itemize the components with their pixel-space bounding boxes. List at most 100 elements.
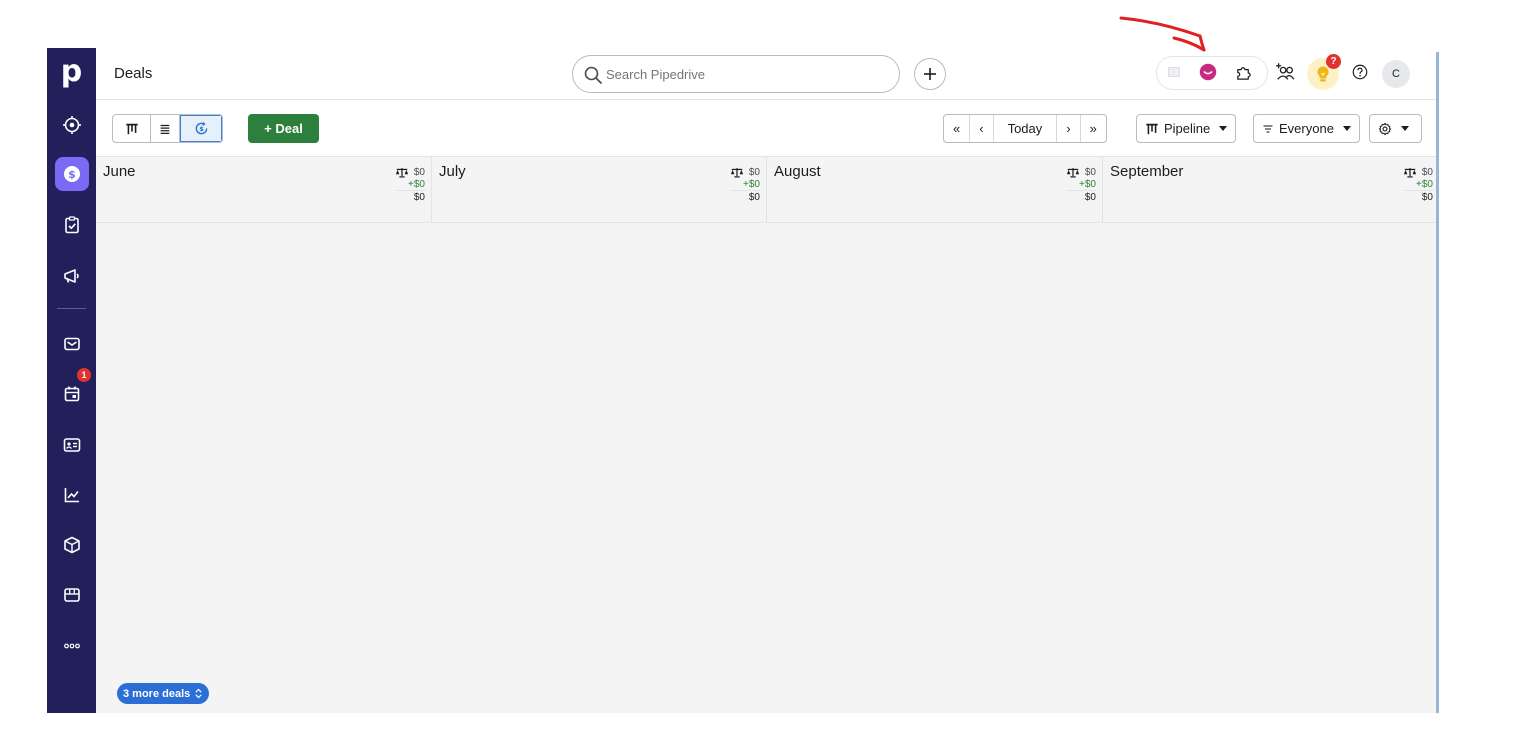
pipeline-select[interactable]: Pipeline (1136, 114, 1237, 143)
box-icon (63, 536, 80, 554)
column-title: September (1110, 163, 1184, 180)
settings-dropdown[interactable] (1369, 114, 1422, 143)
window-edge (1436, 52, 1439, 713)
last-period-button[interactable]: » (1081, 115, 1106, 142)
pipeline-view-button[interactable] (113, 115, 151, 142)
chevron-down-icon (1401, 126, 1409, 131)
store-icon (63, 588, 80, 602)
column-title: June (103, 163, 136, 180)
expand-icon (195, 688, 202, 699)
month-column-july: July $0 +$0 $0 (432, 157, 766, 223)
clipboard-check-icon (64, 216, 79, 234)
sidebar-item-marketplace[interactable] (47, 575, 96, 615)
sidebar-item-insights[interactable] (47, 475, 96, 515)
calendar-icon (64, 386, 79, 402)
search-input[interactable] (606, 64, 886, 84)
sidebar-item-products[interactable] (47, 525, 96, 565)
quick-add-button[interactable] (914, 58, 946, 90)
scale-icon (1403, 167, 1416, 177)
owner-filter-label: Everyone (1279, 121, 1334, 136)
next-period-button[interactable]: › (1057, 115, 1081, 142)
pipeline-select-label: Pipeline (1164, 121, 1211, 136)
sidebar-item-leads[interactable] (47, 105, 96, 145)
pipedrive-logo[interactable]: p (47, 54, 96, 94)
column-summary: $0 +$0 $0 (394, 165, 425, 204)
filter-icon (1263, 124, 1273, 133)
chat-bubble-icon (1199, 63, 1217, 81)
search-box[interactable] (572, 55, 900, 93)
forecast-view-icon: $ (195, 122, 207, 135)
more-icon (63, 643, 80, 649)
sidebar-item-campaigns[interactable] (47, 256, 96, 296)
svg-text:$: $ (68, 168, 76, 181)
total-value: $0 (1421, 192, 1433, 203)
sidebar-divider (57, 308, 86, 309)
invite-users-button[interactable] (1273, 60, 1297, 84)
user-avatar[interactable]: C (1382, 60, 1410, 88)
deals-toolbar: $ + Deal « ‹ Today › » Pipeline Everyone (96, 100, 1439, 157)
column-title: July (439, 163, 466, 180)
list-view-icon (160, 124, 170, 134)
scale-icon (395, 167, 408, 177)
column-summary: $0 +$0 $0 (1065, 165, 1096, 204)
add-deal-button[interactable]: + Deal (248, 114, 319, 143)
owner-filter-select[interactable]: Everyone (1253, 114, 1360, 143)
app-window: p $ 1 Deals Search Pipedrive ? C $ + Dea… (47, 48, 1439, 713)
contact-card-icon (63, 438, 80, 452)
chart-line-icon (64, 488, 79, 503)
previous-period-button[interactable]: ‹ (970, 115, 994, 142)
scale-icon (1066, 167, 1079, 177)
more-deals-button[interactable]: 3 more deals (117, 683, 210, 704)
pipeline-icon (1146, 123, 1158, 134)
sidebar-item-more[interactable] (47, 626, 96, 666)
chevron-down-icon (1342, 126, 1351, 131)
window-icon (1168, 66, 1180, 78)
target-icon (62, 116, 81, 134)
more-deals-label: 3 more deals (123, 687, 191, 700)
month-column-september: September $0 +$0 $0 (1103, 157, 1439, 223)
help-button[interactable] (1348, 60, 1372, 84)
added-value: +$0 (1065, 179, 1096, 191)
column-summary: $0 +$0 $0 (729, 165, 760, 204)
forecast-board: June $0 +$0 $0 July $0 +$0 $0 August $0 … (96, 157, 1439, 713)
integrations-button[interactable] (1231, 60, 1255, 84)
plus-icon (924, 68, 936, 80)
megaphone-icon (63, 269, 79, 283)
weighted-value: $0 (413, 166, 425, 178)
added-value: +$0 (1402, 179, 1433, 191)
month-column-august: August $0 +$0 $0 (767, 157, 1102, 223)
annotation-arrow (1119, 16, 1206, 52)
dollar-icon: $ (63, 166, 80, 182)
chevron-down-icon (1219, 126, 1228, 131)
first-period-button[interactable]: « (944, 115, 971, 142)
puzzle-icon (1236, 66, 1251, 80)
ai-assistant-button[interactable] (1196, 60, 1220, 84)
gear-icon (1378, 122, 1392, 135)
today-button[interactable]: Today (994, 115, 1058, 142)
search-icon (584, 66, 602, 84)
mail-icon (63, 337, 80, 351)
svg-text:$: $ (199, 125, 204, 133)
add-users-icon (1276, 63, 1295, 80)
sidebar: p $ 1 (47, 48, 96, 713)
weighted-value: $0 (1421, 166, 1433, 178)
sidebar-item-activities[interactable] (47, 205, 96, 245)
pipeline-view-icon (125, 123, 138, 134)
total-value: $0 (1084, 192, 1096, 203)
weighted-value: $0 (1084, 166, 1096, 178)
top-header: Deals ? C (96, 48, 1439, 100)
sidebar-item-deals[interactable]: $ (47, 154, 96, 194)
weighted-value: $0 (748, 166, 760, 178)
forecast-view-button[interactable]: $ (180, 115, 222, 142)
app-extension-button[interactable] (1162, 60, 1186, 84)
scale-icon (730, 167, 743, 177)
list-view-button[interactable] (151, 115, 180, 142)
total-value: $0 (413, 192, 425, 203)
sidebar-item-mail[interactable] (47, 324, 96, 364)
view-toggle: $ (112, 114, 223, 143)
column-summary: $0 +$0 $0 (1402, 165, 1433, 204)
sidebar-item-contacts[interactable] (47, 425, 96, 465)
page-title: Deals (114, 65, 153, 82)
column-title: August (774, 163, 821, 180)
total-value: $0 (748, 192, 760, 203)
